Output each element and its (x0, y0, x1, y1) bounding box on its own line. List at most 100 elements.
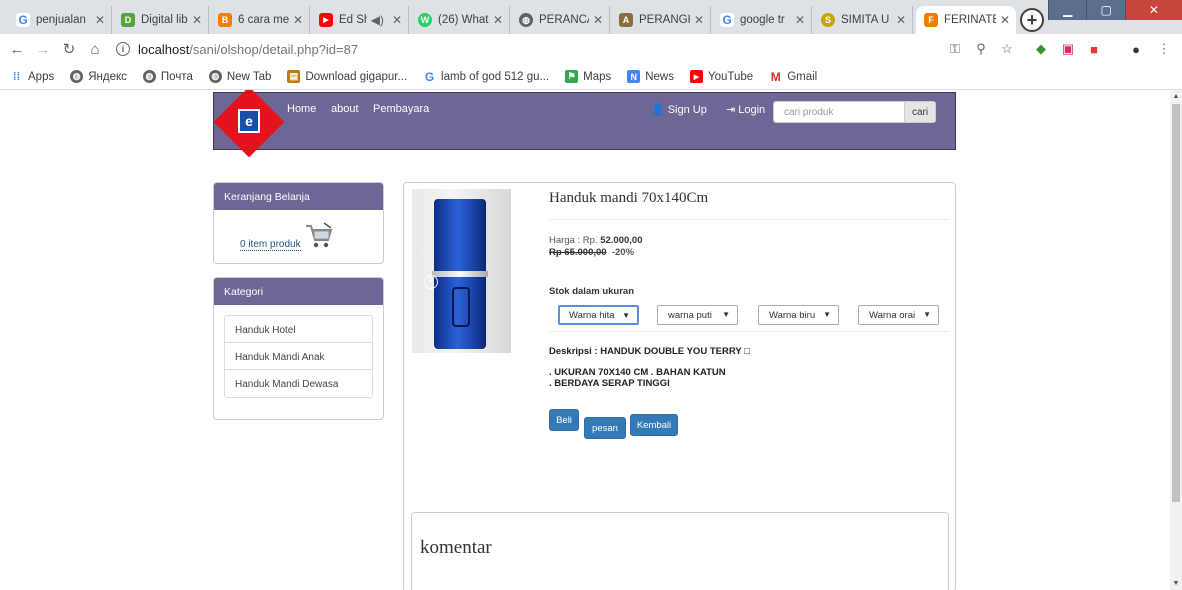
buy-button[interactable]: Beli (549, 409, 579, 431)
nav-sign-up[interactable]: 👤 Sign Up (651, 103, 707, 116)
youtube-icon: ▶ (319, 13, 333, 27)
variant-select-orange[interactable]: Warna orai ▼ (858, 305, 939, 325)
divider (549, 219, 949, 220)
window-close-button[interactable]: ✕ (1124, 0, 1182, 20)
product-image[interactable]: + (412, 189, 511, 353)
info-icon[interactable]: i (116, 42, 130, 56)
order-button[interactable]: pesan (584, 417, 626, 439)
menu-icon[interactable]: ⋮ (1156, 41, 1172, 57)
news-icon: N (627, 70, 641, 83)
bookmark-youtube[interactable]: ▶ YouTube (690, 70, 753, 83)
maximize-button[interactable]: ▢ (1086, 0, 1125, 20)
tab-label: Digital lib (141, 14, 188, 26)
page-scrollbar[interactable]: ▲ ▼ (1170, 90, 1182, 590)
variant-select-biru[interactable]: Warna biru ▼ (758, 305, 839, 325)
product-title: Handuk mandi 70x140Cm (549, 190, 709, 206)
bookmark-gmail[interactable]: M Gmail (769, 70, 818, 84)
close-icon[interactable]: ✕ (795, 13, 805, 27)
simita-icon: S (821, 13, 835, 27)
close-icon[interactable]: ✕ (1000, 13, 1010, 27)
description-line: . UKURAN 70X140 CM . BAHAN KATUN (549, 367, 726, 378)
arrow-left-icon: ← (9, 40, 25, 58)
cart-item-link[interactable]: 0 item produk (240, 239, 301, 251)
url-host: localhost (138, 41, 190, 57)
star-icon[interactable]: ☆ (999, 41, 1015, 57)
extension-icon[interactable]: ◆ (1033, 41, 1049, 57)
scroll-up-icon[interactable]: ▲ (1172, 93, 1180, 100)
bookmark-download[interactable]: ▤ Download gigapur... (287, 70, 407, 83)
extension-icon[interactable]: ▣ (1060, 41, 1076, 57)
key-icon[interactable]: ⚿ (947, 41, 963, 57)
product-price: Harga : Rp. 52.000,00 (549, 235, 642, 247)
nav-pembayaran[interactable]: Pembayara (373, 103, 429, 115)
close-icon[interactable]: ✕ (493, 13, 503, 27)
forward-button[interactable]: → (34, 40, 52, 58)
tab-whatsapp[interactable]: W (26) What ✕ (410, 6, 510, 34)
chevron-down-icon: ▼ (823, 310, 831, 319)
globe-icon: ◍ (208, 70, 222, 83)
variant-label: warna puti (668, 310, 712, 321)
bookmark-news[interactable]: N News (627, 70, 674, 83)
tab-ed-sh[interactable]: ▶ Ed Sh ◀) ✕ (311, 6, 409, 34)
bookmark-label: Maps (583, 70, 612, 83)
home-button[interactable]: ⌂ (86, 40, 104, 58)
scrollbar-thumb[interactable] (1172, 104, 1180, 502)
new-tab-button[interactable]: + (1020, 8, 1044, 32)
bookmark-pochta[interactable]: ◍ Почта (142, 70, 193, 83)
tab-ferinate[interactable]: F FERINATE ✕ (916, 6, 1016, 34)
minimize-button[interactable]: ▁ (1048, 0, 1087, 20)
variant-label: Warna orai (869, 310, 916, 321)
variant-select-putih[interactable]: warna puti ▼ (657, 305, 738, 325)
address-bar[interactable]: i localhost/sani/olshop/detail.php?id=87 (116, 38, 1016, 60)
variant-select-hitam[interactable]: Warna hita ▼ (558, 305, 639, 325)
whatsapp-icon: W (418, 13, 432, 27)
tab-google-tr[interactable]: Ggoogle tr ✕ (712, 6, 812, 34)
divider (549, 331, 949, 332)
bookmarks-bar: ⁞⁞ Apps ◍ Яндекс ◍ Почта ◍ New Tab ▤ Download… (0, 64, 1182, 90)
nav-home[interactable]: Home (287, 103, 316, 115)
price-label: Harga : Rp. (549, 235, 598, 246)
category-item-handuk-hotel[interactable]: Handuk Hotel (225, 316, 372, 343)
tab-perangk[interactable]: A PERANGK ✕ (611, 6, 711, 34)
category-item-handuk-mandi-dewasa[interactable]: Handuk Mandi Dewasa (225, 370, 372, 397)
nav-login[interactable]: ⇥ Login (726, 103, 765, 116)
close-icon[interactable]: ✕ (293, 13, 303, 27)
tab-simita[interactable]: S SIMITA U ✕ (813, 6, 913, 34)
bookmark-lamb-of-god[interactable]: Glamb of god 512 gu... (423, 69, 549, 84)
scroll-down-icon[interactable]: ▼ (1172, 580, 1180, 587)
close-icon[interactable]: ✕ (593, 13, 603, 27)
tab-penjualan[interactable]: Gpenjualan ✕ (8, 6, 112, 34)
close-icon[interactable]: ✕ (95, 13, 105, 27)
close-icon[interactable]: ✕ (192, 13, 202, 27)
close-icon[interactable]: ✕ (694, 13, 704, 27)
tab-6-cara[interactable]: B 6 cara me ✕ (210, 6, 310, 34)
back-button[interactable]: ← (8, 40, 26, 58)
product-detail-panel: + Handuk mandi 70x140Cm Harga : Rp. 52.0… (403, 182, 956, 590)
tab-strip: Gpenjualan ✕ D Digital lib ✕ B 6 cara me ✕ ▶ E… (0, 0, 1182, 34)
bookmark-new-tab[interactable]: ◍ New Tab (208, 70, 271, 83)
bookmark-apps[interactable]: ⁞⁞ Apps (10, 70, 54, 83)
close-icon[interactable]: ✕ (392, 13, 402, 27)
back-page-button[interactable]: Kembali (630, 414, 678, 436)
search-button[interactable]: cari (905, 101, 936, 123)
category-list: Handuk Hotel Handuk Mandi Anak Handuk Ma… (224, 315, 373, 398)
extension-icon[interactable]: ■ (1086, 41, 1102, 57)
bookmark-label: Почта (160, 70, 193, 83)
zoom-icon[interactable]: ⚲ (973, 41, 989, 57)
nav-about[interactable]: about (331, 103, 359, 115)
close-icon[interactable]: ✕ (896, 13, 906, 27)
bookmark-yandex[interactable]: ◍ Яндекс (70, 70, 127, 83)
bookmark-maps[interactable]: ⚑ Maps (565, 70, 611, 83)
reload-button[interactable]: ↻ (60, 40, 78, 58)
profile-avatar-icon[interactable]: ● (1128, 41, 1144, 57)
browser-toolbar: ← → ↻ ⌂ i localhost/sani/olshop/detail.p… (0, 34, 1182, 64)
category-item-handuk-mandi-anak[interactable]: Handuk Mandi Anak (225, 343, 372, 370)
tab-digital-lib[interactable]: D Digital lib ✕ (113, 6, 209, 34)
description-line: . BERDAYA SERAP TINGGI (549, 378, 670, 389)
audio-icon[interactable]: ◀) (371, 13, 384, 27)
tab-peranca[interactable]: ◍ PERANCA ✕ (511, 6, 610, 34)
google-icon: G (424, 69, 435, 84)
search-input[interactable] (773, 101, 905, 123)
login-icon: ⇥ (726, 104, 736, 116)
